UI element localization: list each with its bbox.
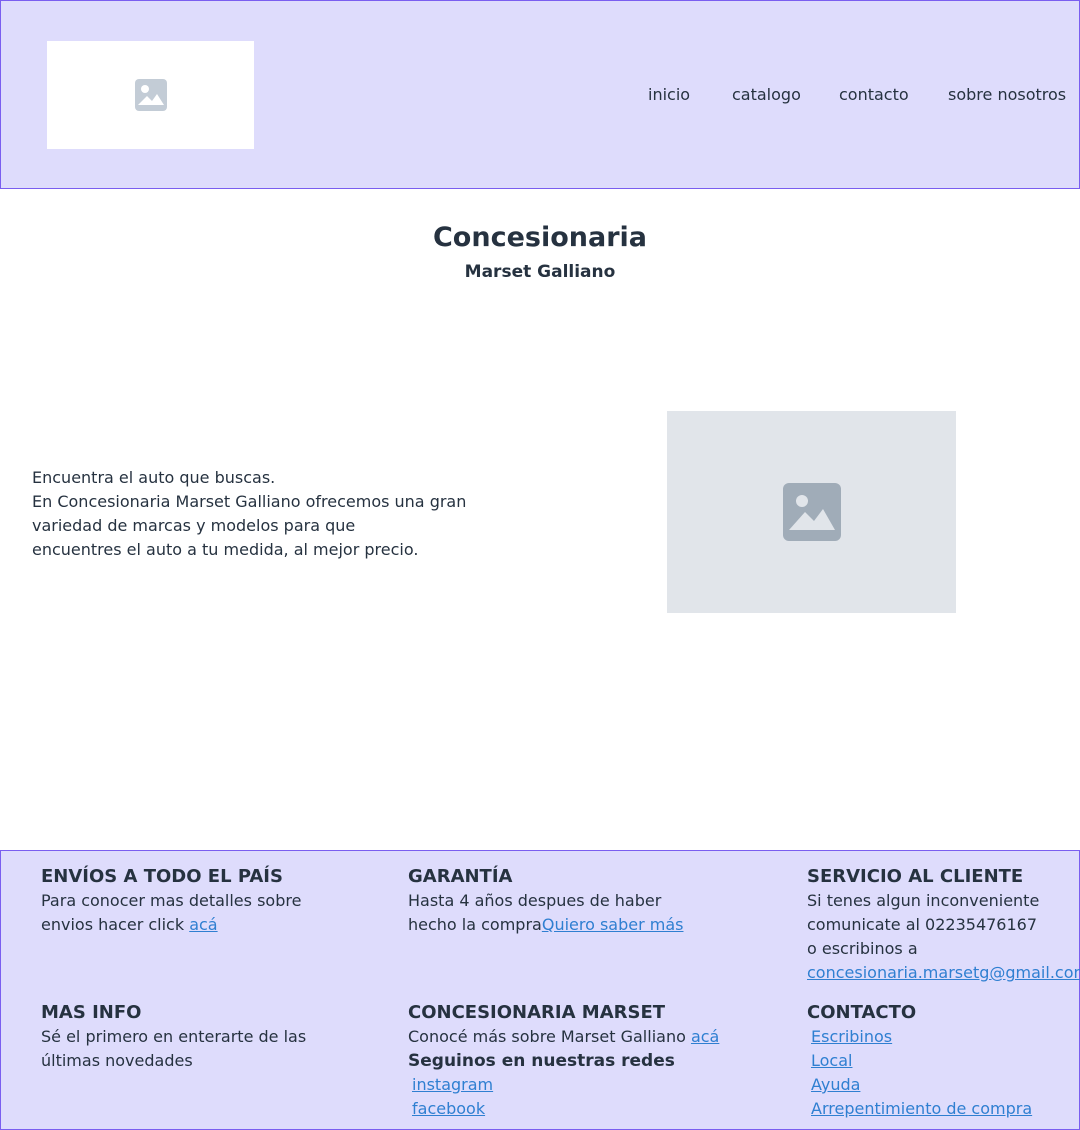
intro-line: encuentres el auto a tu medida, al mejor…	[32, 540, 419, 559]
hero-image	[667, 411, 956, 613]
footer-marset: CONCESIONARIA MARSET Conocé más sobre Ma…	[408, 1001, 719, 1121]
footer-contacto: CONTACTO Escribinos Local Ayuda Arrepent…	[807, 1001, 1032, 1121]
footer-envios-link[interactable]: acá	[189, 915, 217, 934]
footer-envios-text2-label: envios hacer click	[41, 915, 190, 934]
intro-line: En Concesionaria Marset Galliano ofrecem…	[32, 492, 467, 511]
footer-local-link[interactable]: Local	[807, 1049, 1032, 1073]
footer-masinfo: MAS INFO Sé el primero en enterarte de l…	[41, 1001, 306, 1073]
nav-inicio[interactable]: inicio	[648, 85, 690, 104]
image-placeholder-icon	[782, 483, 841, 541]
footer-masinfo-title: MAS INFO	[41, 1002, 142, 1023]
footer-garantia-title: GARANTÍA	[408, 866, 513, 887]
footer-servicio-email-link[interactable]: concesionaria.marsetg@gmail.com	[807, 961, 1080, 985]
page-title: Concesionaria	[432, 222, 647, 253]
footer-garantia-link[interactable]: Quiero saber más	[542, 915, 684, 934]
footer-facebook-link[interactable]: facebook	[408, 1097, 719, 1121]
footer-servicio-text: Si tenes algun inconveniente	[807, 891, 1040, 910]
footer-servicio-title: SERVICIO AL CLIENTE	[807, 866, 1024, 887]
footer-masinfo-text: Sé el primero en enterarte de las	[41, 1027, 307, 1046]
nav-contacto[interactable]: contacto	[839, 85, 909, 104]
footer-envios-text2: envios hacer click acá	[41, 913, 301, 937]
intro-text: Encuentra el auto que buscas. En Concesi…	[32, 466, 472, 562]
footer-garantia-text2: hecho la compraQuiero saber más	[408, 913, 684, 937]
footer-ayuda-link[interactable]: Ayuda	[807, 1073, 1032, 1097]
footer-envios: ENVÍOS A TODO EL PAÍS Para conocer mas d…	[41, 865, 301, 937]
footer-garantia-text: Hasta 4 años despues de haber	[408, 891, 662, 910]
footer-social-title: Seguinos en nuestras redes	[408, 1051, 675, 1071]
main-nav: inicio catalogo contacto sobre nosotros	[1, 85, 1080, 109]
footer-contacto-title: CONTACTO	[807, 1002, 917, 1023]
footer-instagram-link[interactable]: instagram	[408, 1073, 719, 1097]
footer-garantia-text2-label: hecho la compra	[408, 915, 542, 934]
intro-line: Encuentra el auto que buscas.	[32, 468, 276, 487]
intro-line: variedad de marcas y modelos para que	[32, 516, 356, 535]
footer-servicio: SERVICIO AL CLIENTE Si tenes algun incon…	[807, 865, 1080, 985]
nav-catalogo[interactable]: catalogo	[732, 85, 801, 104]
footer-envios-title: ENVÍOS A TODO EL PAÍS	[41, 866, 283, 887]
nav-sobre-nosotros[interactable]: sobre nosotros	[948, 85, 1066, 104]
footer-envios-text: Para conocer mas detalles sobre	[41, 891, 302, 910]
footer-garantia: GARANTÍA Hasta 4 años despues de haber h…	[408, 865, 684, 937]
footer-marset-text: Conocé más sobre Marset Galliano acá	[408, 1025, 719, 1049]
page-subtitle: Marset Galliano	[464, 262, 616, 282]
footer-masinfo-text2: últimas novedades	[41, 1051, 193, 1070]
site-header: inicio catalogo contacto sobre nosotros	[0, 0, 1080, 189]
site-footer: ENVÍOS A TODO EL PAÍS Para conocer mas d…	[0, 850, 1080, 1130]
footer-marset-title: CONCESIONARIA MARSET	[408, 1002, 666, 1023]
footer-servicio-text3: o escribinos a	[807, 939, 918, 958]
footer-servicio-phone: comunicate al 02235476167	[807, 915, 1038, 934]
footer-marset-text-label: Conocé más sobre Marset Galliano	[408, 1027, 691, 1046]
footer-arrepentimiento-link[interactable]: Arrepentimiento de compra	[807, 1097, 1032, 1121]
footer-marset-link[interactable]: acá	[691, 1027, 719, 1046]
footer-escribinos-link[interactable]: Escribinos	[807, 1025, 1032, 1049]
